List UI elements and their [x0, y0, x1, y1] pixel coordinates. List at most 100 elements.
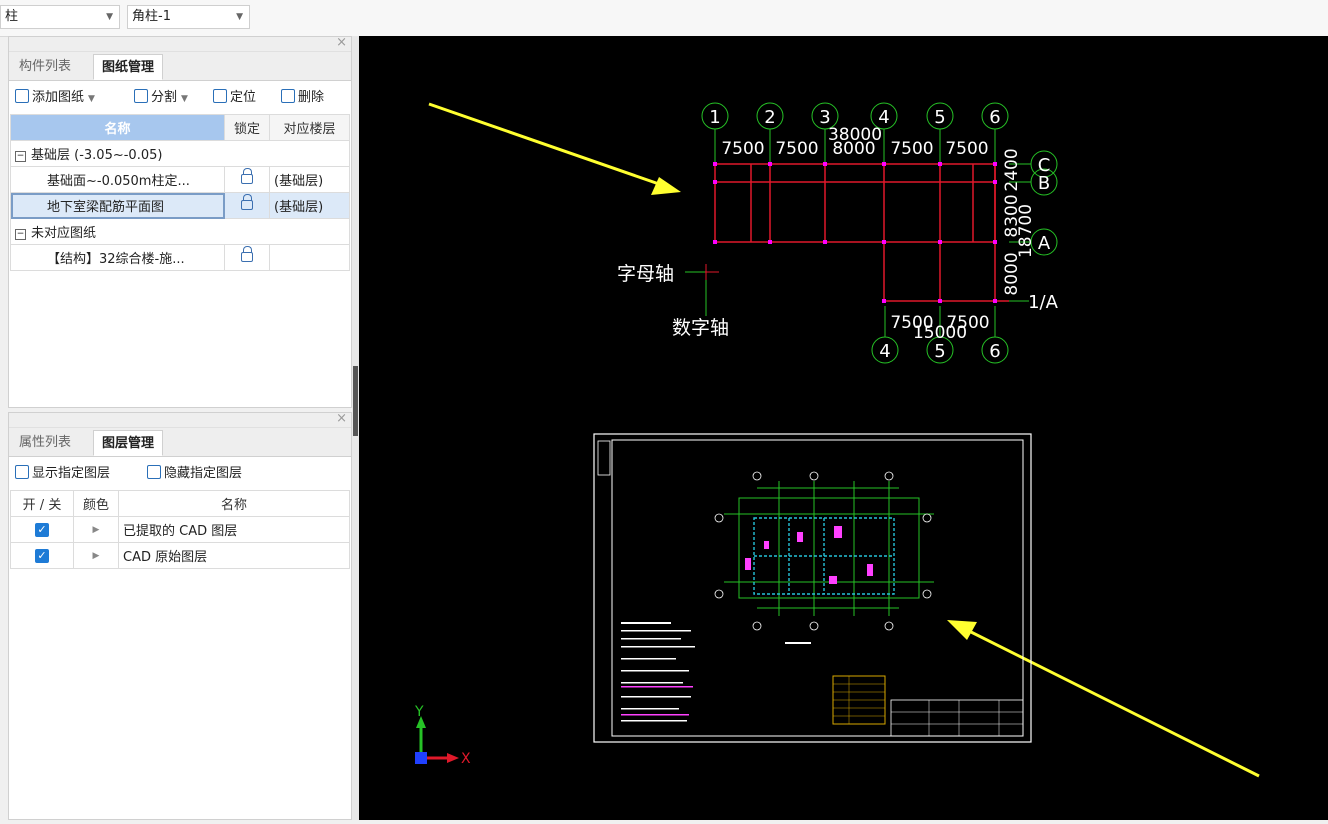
cad-canvas[interactable]: 12 34 56 CB A 1/A 45 6 7500 7500 8000 7500 …: [359, 36, 1328, 820]
table-row[interactable]: − 基础层 (-3.05~-0.05): [10, 140, 350, 167]
panel-header: [9, 37, 351, 52]
chevron-down-icon: ▼: [106, 12, 113, 22]
svg-text:Y: Y: [414, 704, 424, 720]
svg-text:7500: 7500: [890, 139, 933, 159]
tree-group-foundation[interactable]: − 基础层 (-3.05~-0.05): [10, 140, 350, 167]
floor-cell: (基础层): [269, 192, 350, 219]
expand-icon[interactable]: ▶: [73, 516, 119, 543]
row-name-cell[interactable]: 【结构】32综合楼-施...: [10, 244, 225, 271]
locate-icon: [213, 89, 227, 103]
column-color: 颜色: [73, 490, 119, 517]
tab-component-list[interactable]: 构件列表: [11, 54, 79, 80]
row-name-cell[interactable]: 地下室梁配筋平面图: [10, 192, 225, 219]
column-name[interactable]: 名称: [10, 114, 225, 141]
svg-text:A: A: [1038, 233, 1051, 254]
table-row[interactable]: 【结构】32综合楼-施...: [10, 244, 350, 271]
table-row-selected[interactable]: 地下室梁配筋平面图 (基础层): [10, 192, 350, 219]
dimension-labels: 7500 7500 8000 7500 7500 38000 7500 7500 15…: [721, 125, 1036, 343]
number-axis-label: 数字轴: [672, 317, 729, 339]
checkbox-checked[interactable]: ✓: [35, 549, 49, 563]
toggle-cell[interactable]: ✓: [10, 542, 74, 569]
layer-table: 开 / 关 颜色 名称 ✓ ▶ 已提取的 CAD 图层 ✓ ▶ CAD 原始图层: [10, 490, 350, 569]
lock-cell[interactable]: [224, 192, 270, 219]
chevron-down-icon: ▼: [236, 12, 243, 22]
origin-cross: [705, 264, 719, 280]
component-type-value: 柱: [5, 9, 19, 24]
svg-text:B: B: [1038, 173, 1050, 194]
ucs-icon: Y X: [414, 704, 471, 767]
tab-layer-management[interactable]: 图层管理: [93, 430, 164, 456]
layer-tabs: 属性列表 图层管理: [9, 428, 351, 457]
table-row[interactable]: ✓ ▶ 已提取的 CAD 图层: [10, 516, 350, 543]
tab-drawing-management[interactable]: 图纸管理: [93, 54, 164, 80]
svg-text:7500: 7500: [945, 139, 988, 159]
table-row[interactable]: − 未对应图纸: [10, 218, 350, 245]
layer-toolbar: 显示指定图层 隐藏指定图层: [9, 457, 351, 491]
drawing-sheet: [593, 433, 1032, 743]
collapse-icon[interactable]: −: [15, 229, 26, 240]
column-name: 名称: [118, 490, 350, 517]
svg-text:18700: 18700: [1016, 204, 1036, 258]
lock-cell[interactable]: [224, 166, 270, 193]
add-drawing-button[interactable]: 添加图纸 ▼: [15, 88, 95, 108]
drawing-management-panel: × 构件列表 图纸管理 添加图纸 ▼ 分割 ▼ 定位 删除 名称 锁定 对应楼层 −…: [8, 35, 352, 408]
structure-grid: [714, 163, 1009, 302]
svg-text:1: 1: [709, 107, 720, 128]
column-floor[interactable]: 对应楼层: [269, 114, 350, 141]
split-label: 分割: [151, 90, 178, 105]
layers-icon: [147, 465, 161, 479]
drawing-toolbar: 添加图纸 ▼ 分割 ▼ 定位 删除: [9, 81, 351, 115]
add-drawing-label: 添加图纸: [32, 90, 85, 105]
row-name-cell[interactable]: 基础面~-0.050m柱定...: [10, 166, 225, 193]
svg-text:6: 6: [989, 341, 1000, 362]
lock-icon[interactable]: [241, 168, 253, 184]
collapse-icon[interactable]: −: [15, 151, 26, 162]
letter-axis-label: 字母轴: [617, 263, 674, 285]
checkbox-checked[interactable]: ✓: [35, 523, 49, 537]
svg-text:X: X: [461, 751, 471, 767]
tree-group-unassigned[interactable]: − 未对应图纸: [10, 218, 350, 245]
lock-icon[interactable]: [241, 246, 253, 262]
column-lock[interactable]: 锁定: [224, 114, 270, 141]
show-layer-label: 显示指定图层: [32, 466, 111, 481]
panel-splitter[interactable]: [352, 36, 359, 820]
layers-icon: [15, 465, 29, 479]
add-drawing-icon: [15, 89, 29, 103]
show-layer-button[interactable]: 显示指定图层: [15, 464, 110, 484]
hide-layer-button[interactable]: 隐藏指定图层: [147, 464, 242, 484]
drawing-tabs: 构件列表 图纸管理: [9, 52, 351, 81]
split-icon: [134, 89, 148, 103]
toggle-cell[interactable]: ✓: [10, 516, 74, 543]
column-markers: [713, 162, 997, 303]
expand-icon[interactable]: ▶: [73, 542, 119, 569]
svg-text:7500: 7500: [721, 139, 764, 159]
column-toggle: 开 / 关: [10, 490, 74, 517]
delete-button[interactable]: 删除: [281, 88, 324, 108]
trash-icon: [281, 89, 295, 103]
row-name: 未对应图纸: [31, 226, 97, 241]
cad-drawing: 12 34 56 CB A1/A 45 6 7500 7500 8000 7500 …: [414, 102, 1260, 778]
drawing-table: 名称 锁定 对应楼层 − 基础层 (-3.05~-0.05) 基础面~-0.050…: [10, 114, 350, 271]
split-button[interactable]: 分割 ▼: [134, 88, 188, 108]
close-icon[interactable]: ×: [336, 35, 347, 50]
locate-button[interactable]: 定位: [213, 88, 256, 108]
layer-management-panel: × 属性列表 图层管理 显示指定图层 隐藏指定图层 开 / 关 颜色 名称 ✓ …: [8, 411, 352, 820]
component-name-select[interactable]: 角柱-1 ▼: [127, 5, 250, 29]
table-row[interactable]: ✓ ▶ CAD 原始图层: [10, 542, 350, 569]
row-name: 地下室梁配筋平面图: [47, 200, 165, 215]
tab-property-list[interactable]: 属性列表: [11, 430, 79, 456]
chevron-down-icon: ▼: [181, 94, 188, 104]
component-name-value: 角柱-1: [132, 9, 171, 24]
table-row[interactable]: 基础面~-0.050m柱定... (基础层): [10, 166, 350, 193]
svg-text:4: 4: [879, 341, 890, 362]
lock-icon[interactable]: [241, 194, 253, 210]
svg-text:5: 5: [934, 107, 945, 128]
panel-header: [9, 413, 351, 428]
splitter-handle[interactable]: [353, 366, 358, 436]
close-icon[interactable]: ×: [336, 411, 347, 426]
component-type-select[interactable]: 柱 ▼: [0, 5, 120, 29]
lock-cell[interactable]: [224, 244, 270, 271]
svg-text:1/A: 1/A: [1028, 292, 1059, 313]
delete-label: 删除: [298, 90, 325, 105]
hide-layer-label: 隐藏指定图层: [164, 466, 243, 481]
